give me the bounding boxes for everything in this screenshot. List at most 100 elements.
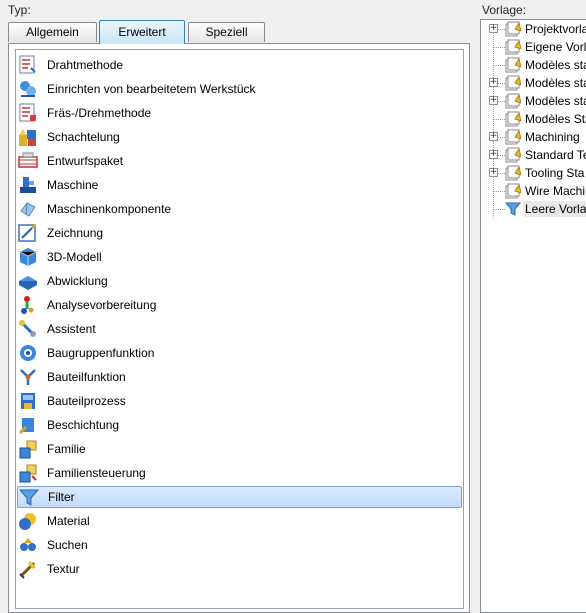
part-process-icon <box>21 393 35 409</box>
template-folder-icon <box>505 57 521 73</box>
template-tree-item[interactable]: Modèles Sta <box>481 110 586 128</box>
family-control-icon <box>19 464 37 483</box>
template-tree-item-label: Modèles sta <box>525 94 586 108</box>
template-folder-icon <box>505 147 521 163</box>
type-list-item-label: Maschinenkomponente <box>47 202 172 216</box>
template-tree-item-label: Wire Machi <box>525 184 586 198</box>
type-list-item-label: Baugruppenfunktion <box>47 346 155 360</box>
type-list-item[interactable]: Baugruppenfunktion <box>17 342 462 364</box>
template-folder-icon <box>505 75 521 91</box>
type-list-item[interactable]: Drahtmethode <box>17 54 462 76</box>
material-icon <box>19 513 36 530</box>
type-list-item-label: Schachtelung <box>47 130 120 144</box>
expand-icon[interactable] <box>489 24 498 33</box>
type-list-item[interactable]: Entwurfspaket <box>17 150 462 172</box>
type-list-item-label: Filter <box>48 490 75 504</box>
expand-icon[interactable] <box>489 96 498 105</box>
template-tree[interactable]: Projektvorla Eigene Vorla Modèles sta Modèl… <box>480 19 586 613</box>
type-list-item-label: Einrichten von bearbeitetem Werkstück <box>47 82 256 96</box>
type-list-item[interactable]: Zeichnung <box>17 222 462 244</box>
type-list-item-label: Analysevorbereitung <box>47 298 157 312</box>
type-list-item[interactable]: Suchen <box>17 534 462 556</box>
type-list-item-label: Familiensteuerung <box>47 466 146 480</box>
template-tree-item[interactable]: Leere Vorlag <box>481 200 586 218</box>
assembly-feature-icon <box>20 345 36 361</box>
type-list-item[interactable]: Filter <box>17 486 462 508</box>
type-list-item-label: Drahtmethode <box>47 58 124 72</box>
type-list-item-label: Maschine <box>47 178 99 192</box>
type-list-item[interactable]: Assistent <box>17 318 462 340</box>
part-feature-icon <box>20 369 36 385</box>
expand-icon[interactable] <box>489 132 498 141</box>
template-folder-icon <box>505 183 521 199</box>
type-list-item[interactable]: Bauteilprozess <box>17 390 462 412</box>
type-list-item[interactable]: 3D-Modell <box>17 246 462 268</box>
type-list-item[interactable]: Bauteilfunktion <box>17 366 462 388</box>
type-list-item[interactable]: Analysevorbereitung <box>17 294 462 316</box>
expand-icon[interactable] <box>489 78 498 87</box>
template-tree-item-label: Projektvorla <box>525 22 586 36</box>
type-list-item-label: Fräs-/Drehmethode <box>47 106 152 120</box>
type-list-item[interactable]: Maschine <box>17 174 462 196</box>
template-tree-item[interactable]: Modèles sta <box>481 74 586 92</box>
coating-icon <box>18 418 34 435</box>
type-list-item-label: Zeichnung <box>47 226 104 240</box>
type-list-item[interactable]: Material <box>17 510 462 532</box>
template-tree-item[interactable]: Eigene Vorla <box>481 38 586 56</box>
template-label: Vorlage: <box>482 3 527 17</box>
type-list-item[interactable]: Maschinenkomponente <box>17 198 462 220</box>
template-tree-item[interactable]: Modèles sta <box>481 92 586 110</box>
type-list-item-label: Entwurfspaket <box>47 154 124 168</box>
tab-erweitert[interactable]: Erweitert <box>99 20 185 44</box>
template-tree-item-label: Standard Te <box>525 148 586 162</box>
nesting-icon <box>19 129 36 146</box>
type-list-item-label: Bauteilfunktion <box>47 370 126 384</box>
3d-model-icon <box>19 248 37 266</box>
template-folder-icon <box>505 93 521 109</box>
type-list-item-label: 3D-Modell <box>47 250 102 264</box>
template-tree-item[interactable]: Wire Machi <box>481 182 586 200</box>
type-list-item[interactable]: Beschichtung <box>17 414 462 436</box>
type-list-item[interactable]: Familie <box>17 438 462 460</box>
template-tree-item-label: Tooling Sta <box>525 166 585 180</box>
wire-method-icon <box>19 55 36 74</box>
type-list-item-label: Suchen <box>47 538 88 552</box>
tab-allgemein[interactable]: Allgemein <box>8 22 97 42</box>
setup-workpiece-icon <box>20 81 36 97</box>
template-tree-item-label: Machining <box>525 130 580 144</box>
template-tree-item[interactable]: Standard Te <box>481 146 586 164</box>
assistant-icon <box>19 320 36 337</box>
template-folder-icon <box>505 21 521 37</box>
type-list-item-label: Bauteilprozess <box>47 394 126 408</box>
type-list-item[interactable]: Abwicklung <box>17 270 462 292</box>
template-tree-item-label: Eigene Vorla <box>525 40 586 54</box>
analysis-prep-icon <box>21 296 34 314</box>
template-tree-item[interactable]: Modèles sta <box>481 56 586 74</box>
type-list-item[interactable]: Fräs-/Drehmethode <box>17 102 462 124</box>
type-list[interactable]: Drahtmethode Einrichten von bearbeitetem … <box>15 49 464 609</box>
type-list-item-label: Familie <box>47 442 86 456</box>
template-tree-item[interactable]: Tooling Sta <box>481 164 586 182</box>
template-tree-item[interactable]: Machining <box>481 128 586 146</box>
template-folder-icon <box>505 111 521 127</box>
template-tree-item-label: Modèles sta <box>525 58 586 72</box>
machine-component-icon <box>20 202 36 217</box>
template-folder-icon <box>505 129 521 145</box>
type-list-item-label: Abwicklung <box>47 274 108 288</box>
expand-icon[interactable] <box>489 150 498 159</box>
design-package-icon <box>18 152 38 168</box>
type-list-item[interactable]: Schachtelung <box>17 126 462 148</box>
tab-speziell[interactable]: Speziell <box>188 22 265 42</box>
template-tree-item[interactable]: Projektvorla <box>481 20 586 38</box>
search-icon <box>20 538 36 551</box>
template-folder-icon <box>505 39 521 55</box>
filter-icon <box>19 489 39 506</box>
template-folder-icon <box>505 165 521 181</box>
type-list-item[interactable]: Familiensteuerung <box>17 462 462 484</box>
template-tree-item-label: Leere Vorlag <box>523 201 586 217</box>
type-label: Typ: <box>8 3 31 17</box>
drawing-icon <box>18 224 36 242</box>
type-list-item[interactable]: Textur <box>17 558 462 580</box>
type-list-item[interactable]: Einrichten von bearbeitetem Werkstück <box>17 78 462 100</box>
expand-icon[interactable] <box>489 168 498 177</box>
